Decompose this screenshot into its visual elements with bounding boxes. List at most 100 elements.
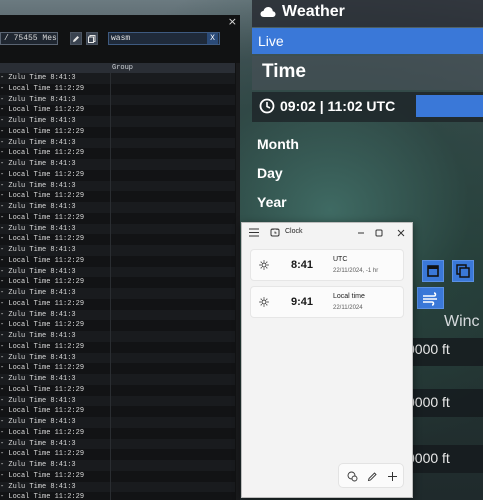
message-text: - Local Time 11:2:29 (0, 278, 85, 287)
time-slider[interactable] (416, 95, 483, 117)
message-text: - Zulu Time 8:41:3 (0, 418, 76, 426)
table-row[interactable]: - Zulu Time 8:41:3 (0, 309, 235, 321)
maximize-button[interactable] (372, 226, 386, 240)
weather-header: Weather (252, 0, 483, 27)
tab-live[interactable]: Live (252, 28, 483, 54)
message-text: - Local Time 11:2:29 (0, 192, 85, 201)
table-row[interactable]: - Local Time 11:2:29 (0, 255, 235, 267)
table-row[interactable]: - Local Time 11:2:29 (0, 105, 235, 116)
column-divider (110, 384, 111, 396)
clear-filter-button[interactable]: X (207, 33, 218, 44)
table-row[interactable]: - Local Time 11:2:29 (0, 406, 235, 417)
table-row[interactable]: - Local Time 11:2:29 (0, 427, 235, 439)
wind-icon (423, 292, 437, 306)
clock-app-icon (270, 228, 280, 237)
close-button[interactable] (394, 226, 408, 240)
message-text: - Zulu Time 8:41:3 (0, 375, 76, 383)
table-row[interactable]: - Zulu Time 8:41:3 (0, 116, 235, 127)
table-row[interactable]: - Local Time 11:2:29 (0, 384, 235, 396)
table-row[interactable]: - Local Time 11:2:29 (0, 277, 235, 288)
clock-card-utc[interactable]: 8:41 UTC 22/11/2024, -1 hr (250, 249, 404, 281)
message-text: - Zulu Time 8:41:3 (0, 246, 76, 254)
table-row[interactable]: - Zulu Time 8:41:3 (0, 266, 235, 278)
minimize-button[interactable] (354, 226, 368, 240)
message-text: - Local Time 11:2:29 (0, 321, 85, 330)
table-row[interactable]: - Local Time 11:2:29 (0, 212, 235, 224)
table-row[interactable]: - Local Time 11:2:29 (0, 169, 235, 181)
table-row[interactable]: - Zulu Time 8:41:3 (0, 245, 235, 256)
filter-input[interactable] (111, 33, 201, 44)
column-divider (110, 309, 111, 321)
wind-button[interactable] (417, 287, 444, 309)
table-row[interactable]: - Zulu Time 8:41:3 (0, 481, 235, 493)
message-text: - Zulu Time 8:41:3 (0, 203, 76, 211)
message-text: - Local Time 11:2:29 (0, 428, 85, 437)
column-divider (110, 298, 111, 310)
table-row[interactable]: - Zulu Time 8:41:3 (0, 202, 235, 213)
table-row[interactable]: - Zulu Time 8:41:3 (0, 438, 235, 450)
window-icon (427, 265, 439, 277)
table-row[interactable]: - Zulu Time 8:41:3 (0, 159, 235, 170)
table-row[interactable]: - Local Time 11:2:29 (0, 148, 235, 159)
table-row[interactable]: - Zulu Time 8:41:3 (0, 395, 235, 407)
clock-name: UTC (333, 256, 348, 263)
clock-name: Local time (333, 293, 365, 300)
column-divider (110, 395, 111, 407)
message-text: - Local Time 11:2:29 (0, 213, 85, 222)
table-row[interactable]: - Local Time 11:2:29 (0, 83, 235, 95)
hamburger-menu-icon[interactable] (249, 228, 259, 237)
table-row[interactable]: - Local Time 11:2:29 (0, 126, 235, 138)
message-rows: - Zulu Time 8:41:3 - Local Time 11:2:29 - … (0, 73, 235, 500)
close-icon[interactable]: × (228, 16, 237, 28)
altitude-value: 0000 ft (407, 450, 450, 466)
table-row[interactable]: - Local Time 11:2:29 (0, 492, 235, 500)
message-text: - Local Time 11:2:29 (0, 385, 85, 394)
column-divider (110, 83, 111, 95)
message-text: - Local Time 11:2:29 (0, 235, 85, 244)
message-text: - Zulu Time 8:41:3 (0, 95, 76, 104)
table-row[interactable]: - Zulu Time 8:41:3 (0, 352, 235, 364)
undock-button[interactable] (452, 260, 474, 282)
message-text: - Local Time 11:2:29 (0, 106, 85, 115)
sun-icon (259, 260, 269, 270)
altitude-value: 0000 ft (407, 341, 450, 357)
column-divider (110, 202, 111, 213)
compare-button[interactable] (345, 469, 359, 483)
table-row[interactable]: - Local Time 11:2:29 (0, 470, 235, 482)
table-row[interactable]: - Zulu Time 8:41:3 (0, 180, 235, 192)
column-divider (110, 460, 111, 471)
message-count: / 75455 Messages (0, 32, 58, 45)
table-row[interactable]: - Local Time 11:2:29 (0, 341, 235, 353)
add-clock-button[interactable] (385, 469, 399, 483)
table-row[interactable]: - Local Time 11:2:29 (0, 234, 235, 245)
table-row[interactable]: - Zulu Time 8:41:3 (0, 288, 235, 299)
column-divider (110, 449, 111, 460)
scrollbar[interactable] (236, 63, 240, 500)
table-row[interactable]: - Zulu Time 8:41:3 (0, 223, 235, 235)
wind-heading: Winc (444, 313, 480, 330)
table-row[interactable]: - Local Time 11:2:29 (0, 449, 235, 460)
message-text: - Zulu Time 8:41:3 (0, 138, 76, 147)
table-row[interactable]: - Zulu Time 8:41:3 (0, 374, 235, 385)
table-row[interactable]: - Zulu Time 8:41:3 (0, 73, 235, 84)
message-text: - Zulu Time 8:41:3 (0, 353, 76, 362)
table-row[interactable]: - Zulu Time 8:41:3 (0, 331, 235, 342)
message-text: - Zulu Time 8:41:3 (0, 74, 76, 82)
copy-button[interactable] (86, 32, 98, 45)
table-row[interactable]: - Zulu Time 8:41:3 (0, 417, 235, 428)
table-row[interactable]: - Zulu Time 8:41:3 (0, 460, 235, 471)
clock-card-local[interactable]: 9:41 Local time 22/11/2024 (250, 286, 404, 318)
table-row[interactable]: - Zulu Time 8:41:3 (0, 94, 235, 106)
window-mode-button[interactable] (422, 260, 444, 282)
column-header-group[interactable]: Group (112, 63, 133, 73)
message-text: - Local Time 11:2:29 (0, 149, 85, 158)
table-row[interactable]: - Local Time 11:2:29 (0, 320, 235, 331)
message-text: - Local Time 11:2:29 (0, 407, 85, 416)
table-row[interactable]: - Zulu Time 8:41:3 (0, 137, 235, 149)
table-row[interactable]: - Local Time 11:2:29 (0, 363, 235, 374)
table-row[interactable]: - Local Time 11:2:29 (0, 191, 235, 202)
edit-button[interactable] (365, 469, 379, 483)
table-row[interactable]: - Local Time 11:2:29 (0, 298, 235, 310)
edit-button[interactable] (70, 32, 82, 45)
title-bar[interactable]: Clock (242, 223, 412, 243)
